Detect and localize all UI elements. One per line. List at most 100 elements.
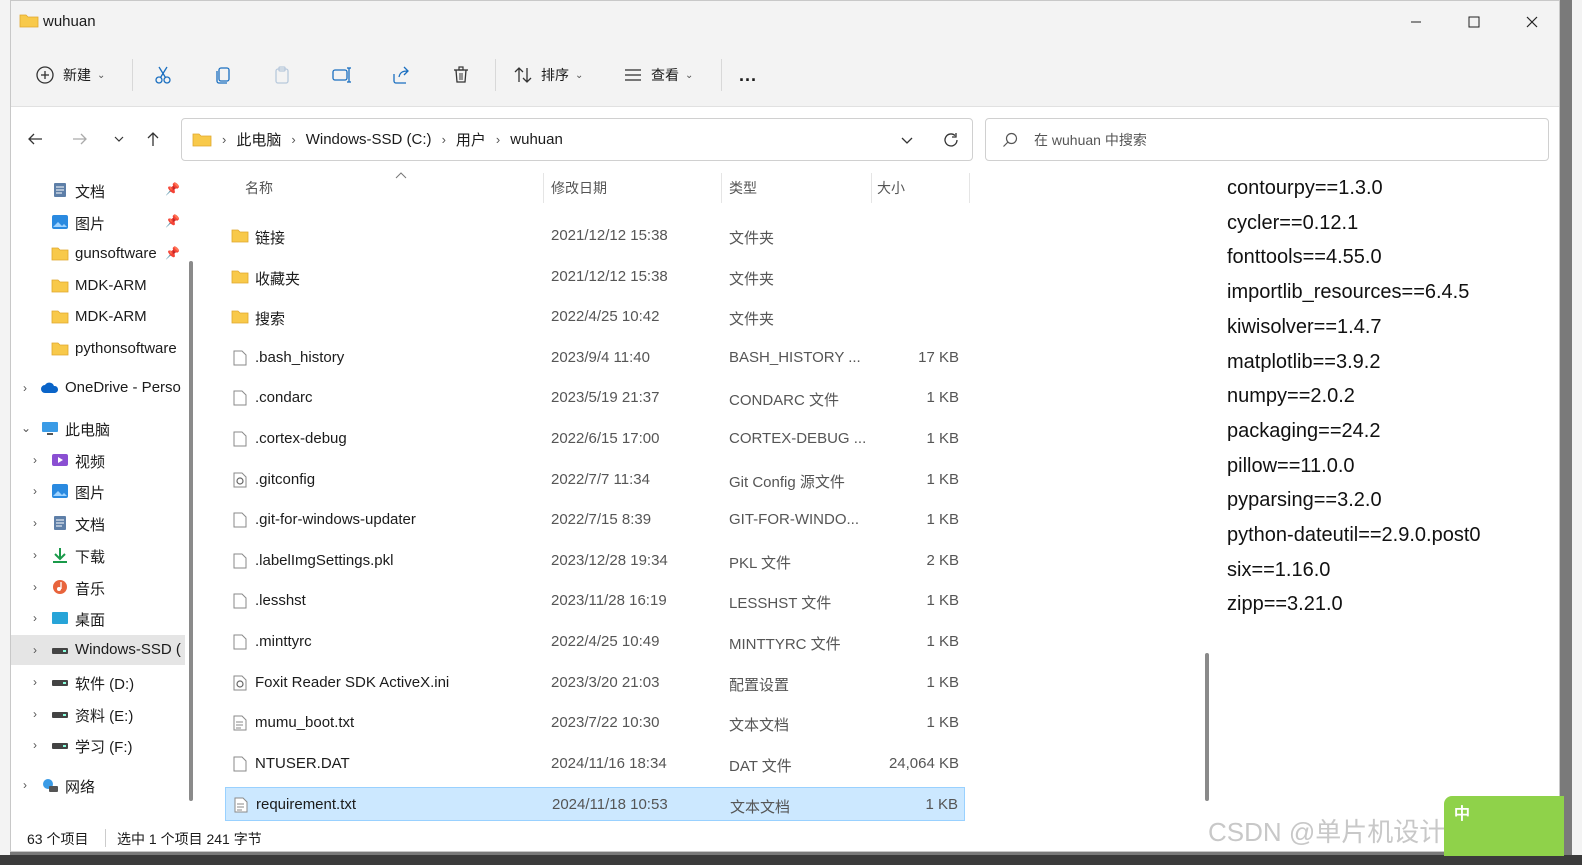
sidebar-item[interactable]: MDK-ARM bbox=[11, 302, 185, 332]
chevron-right-icon[interactable]: › bbox=[33, 453, 37, 467]
sidebar-item[interactable]: pythonsoftware bbox=[11, 334, 185, 364]
file-row[interactable]: .lesshst 2023/11/28 16:19 LESSHST 文件 1 KB bbox=[225, 584, 965, 618]
chevron-down-icon[interactable]: ⌄ bbox=[21, 421, 31, 435]
chevron-right-icon[interactable]: › bbox=[33, 675, 37, 689]
chevron-right-icon[interactable]: › bbox=[33, 643, 37, 657]
file-type: 文本文档 bbox=[730, 799, 791, 817]
maximize-button[interactable] bbox=[1445, 1, 1503, 43]
file-name: Foxit Reader SDK ActiveX.ini bbox=[255, 673, 450, 691]
folder-icon bbox=[231, 310, 249, 324]
file-row[interactable]: NTUSER.DAT 2024/11/16 18:34 DAT 文件 24,064 K… bbox=[225, 747, 965, 781]
sidebar-item[interactable]: › 学习 (F:) bbox=[11, 730, 185, 760]
up-button[interactable] bbox=[139, 125, 167, 153]
chevron-right-icon[interactable]: › bbox=[33, 580, 37, 594]
sidebar-item[interactable]: › 资料 (E:) bbox=[11, 699, 185, 729]
file-size: 1 KB bbox=[926, 633, 959, 650]
more-options-button[interactable]: ... bbox=[739, 57, 757, 93]
file-size: 1 KB bbox=[925, 796, 958, 814]
column-divider[interactable] bbox=[969, 173, 970, 203]
sidebar-item[interactable]: › 下载 bbox=[11, 540, 185, 570]
sidebar-item[interactable]: › Windows-SSD ( bbox=[11, 635, 185, 665]
file-row[interactable]: .cortex-debug 2022/6/15 17:00 CORTEX-DEBUG… bbox=[225, 422, 965, 456]
chevron-right-icon[interactable]: › bbox=[33, 516, 37, 530]
address-history-icon[interactable] bbox=[900, 133, 914, 147]
search-box[interactable]: 在 wuhuan 中搜索 bbox=[985, 118, 1549, 161]
sidebar-item[interactable]: › OneDrive - Perso bbox=[11, 373, 185, 403]
sidebar-item[interactable]: › 软件 (D:) bbox=[11, 667, 185, 697]
file-row[interactable]: 收藏夹 2021/12/12 15:38 文件夹 bbox=[225, 260, 965, 294]
chevron-right-icon[interactable]: › bbox=[33, 484, 37, 498]
column-header-size[interactable]: 大小 bbox=[877, 169, 905, 207]
breadcrumb-drive-c[interactable]: Windows-SSD (C:) bbox=[306, 131, 432, 148]
address-bar[interactable]: › 此电脑 › Windows-SSD (C:) › 用户 › wuhuan bbox=[181, 118, 973, 161]
file-row[interactable]: mumu_boot.txt 2023/7/22 10:30 文本文档 1 KB bbox=[225, 706, 965, 740]
copy-icon bbox=[216, 67, 230, 84]
sidebar-item-label: gunsoftware bbox=[75, 245, 157, 262]
file-row[interactable]: 链接 2021/12/12 15:38 文件夹 bbox=[225, 219, 965, 253]
sidebar-item[interactable]: › 网络 bbox=[11, 770, 185, 800]
column-header-name[interactable]: 名称 bbox=[245, 169, 273, 207]
file-row[interactable]: .gitconfig 2022/7/7 11:34 Git Config 源文件 1 … bbox=[225, 463, 965, 497]
chevron-down-icon: ⌄ bbox=[575, 69, 584, 81]
sidebar-item[interactable]: › 图片 bbox=[11, 476, 185, 506]
column-divider[interactable] bbox=[543, 173, 544, 203]
sidebar-item[interactable]: › 桌面 bbox=[11, 603, 185, 633]
column-divider[interactable] bbox=[721, 173, 722, 203]
file-row[interactable]: 搜索 2022/4/25 10:42 文件夹 bbox=[225, 300, 965, 334]
rename-button[interactable] bbox=[331, 57, 353, 93]
sidebar-item[interactable]: MDK-ARM bbox=[11, 271, 185, 301]
new-button[interactable]: 新建 ⌄ bbox=[35, 57, 105, 93]
file-date: 2023/11/28 16:19 bbox=[551, 592, 667, 610]
cut-button[interactable] bbox=[153, 57, 173, 93]
back-button[interactable] bbox=[21, 125, 49, 153]
view-button[interactable]: 查看 ⌄ bbox=[623, 57, 693, 93]
file-name: .gitconfig bbox=[255, 470, 316, 488]
delete-button[interactable] bbox=[451, 57, 471, 93]
breadcrumb-this-pc[interactable]: 此电脑 bbox=[236, 129, 281, 150]
sidebar-item[interactable]: 文档 📌 bbox=[11, 175, 185, 205]
ime-indicator[interactable]: 中 bbox=[1444, 796, 1564, 856]
column-header-type[interactable]: 类型 bbox=[729, 169, 757, 207]
chevron-right-icon[interactable]: › bbox=[23, 778, 27, 792]
sidebar-item[interactable]: gunsoftware 📌 bbox=[11, 239, 185, 269]
file-row[interactable]: .bash_history 2023/9/4 11:40 BASH_HISTORY … bbox=[225, 341, 965, 375]
share-button[interactable] bbox=[391, 57, 411, 93]
recent-locations-button[interactable] bbox=[105, 125, 133, 153]
sidebar-item[interactable]: › 视频 bbox=[11, 445, 185, 475]
breadcrumb-users[interactable]: 用户 bbox=[456, 129, 486, 150]
sort-button[interactable]: 排序 ⌄ bbox=[513, 57, 583, 93]
sidebar-item[interactable]: › 音乐 bbox=[11, 572, 185, 602]
file-explorer-window: wuhuan 新建 ⌄ 排序 ⌄ 查看 ⌄ ... › 此电脑 › Window… bbox=[10, 0, 1560, 852]
paste-button[interactable] bbox=[272, 57, 292, 93]
file-row[interactable]: .labelImgSettings.pkl 2023/12/28 19:34 PKL… bbox=[225, 544, 965, 578]
column-header-date[interactable]: 修改日期 bbox=[551, 169, 607, 207]
file-name: requirement.txt bbox=[256, 796, 357, 814]
navigation-bar: › 此电脑 › Windows-SSD (C:) › 用户 › wuhuan 在… bbox=[11, 107, 1559, 169]
chevron-right-icon[interactable]: › bbox=[33, 611, 37, 625]
navigation-pane-scrollbar[interactable] bbox=[189, 261, 193, 801]
file-row[interactable]: Foxit Reader SDK ActiveX.ini 2023/3/20 21… bbox=[225, 666, 965, 700]
file-row[interactable]: .condarc 2023/5/19 21:37 CONDARC 文件 1 KB bbox=[225, 381, 965, 415]
sidebar-item[interactable]: ⌄ 此电脑 bbox=[11, 413, 185, 443]
sort-icon bbox=[514, 67, 532, 83]
chevron-right-icon[interactable]: › bbox=[23, 381, 27, 395]
minimize-button[interactable] bbox=[1387, 1, 1445, 43]
file-type: 文件夹 bbox=[729, 311, 775, 329]
chevron-right-icon[interactable]: › bbox=[33, 707, 37, 721]
sidebar-item[interactable]: › 文档 bbox=[11, 508, 185, 538]
file-row[interactable]: requirement.txt 2024/11/18 10:53 文本文档 1 KB bbox=[225, 787, 965, 822]
file-row[interactable]: .minttyrc 2022/4/25 10:49 MINTTYRC 文件 1 KB bbox=[225, 625, 965, 659]
column-divider[interactable] bbox=[871, 173, 872, 203]
breadcrumb-wuhuan[interactable]: wuhuan bbox=[510, 131, 563, 148]
refresh-icon[interactable] bbox=[942, 131, 960, 149]
file-list-scrollbar[interactable] bbox=[1205, 653, 1209, 801]
close-button[interactable] bbox=[1503, 1, 1559, 43]
copy-button[interactable] bbox=[213, 57, 233, 93]
sidebar-item-label: 视频 bbox=[75, 454, 106, 471]
forward-button[interactable] bbox=[66, 125, 94, 153]
sidebar-item[interactable]: 图片 📌 bbox=[11, 207, 185, 237]
chevron-right-icon[interactable]: › bbox=[33, 738, 37, 752]
chevron-right-icon[interactable]: › bbox=[33, 548, 37, 562]
file-date: 2021/12/12 15:38 bbox=[551, 227, 668, 244]
file-row[interactable]: .git-for-windows-updater 2022/7/15 8:39 GI… bbox=[225, 503, 965, 537]
